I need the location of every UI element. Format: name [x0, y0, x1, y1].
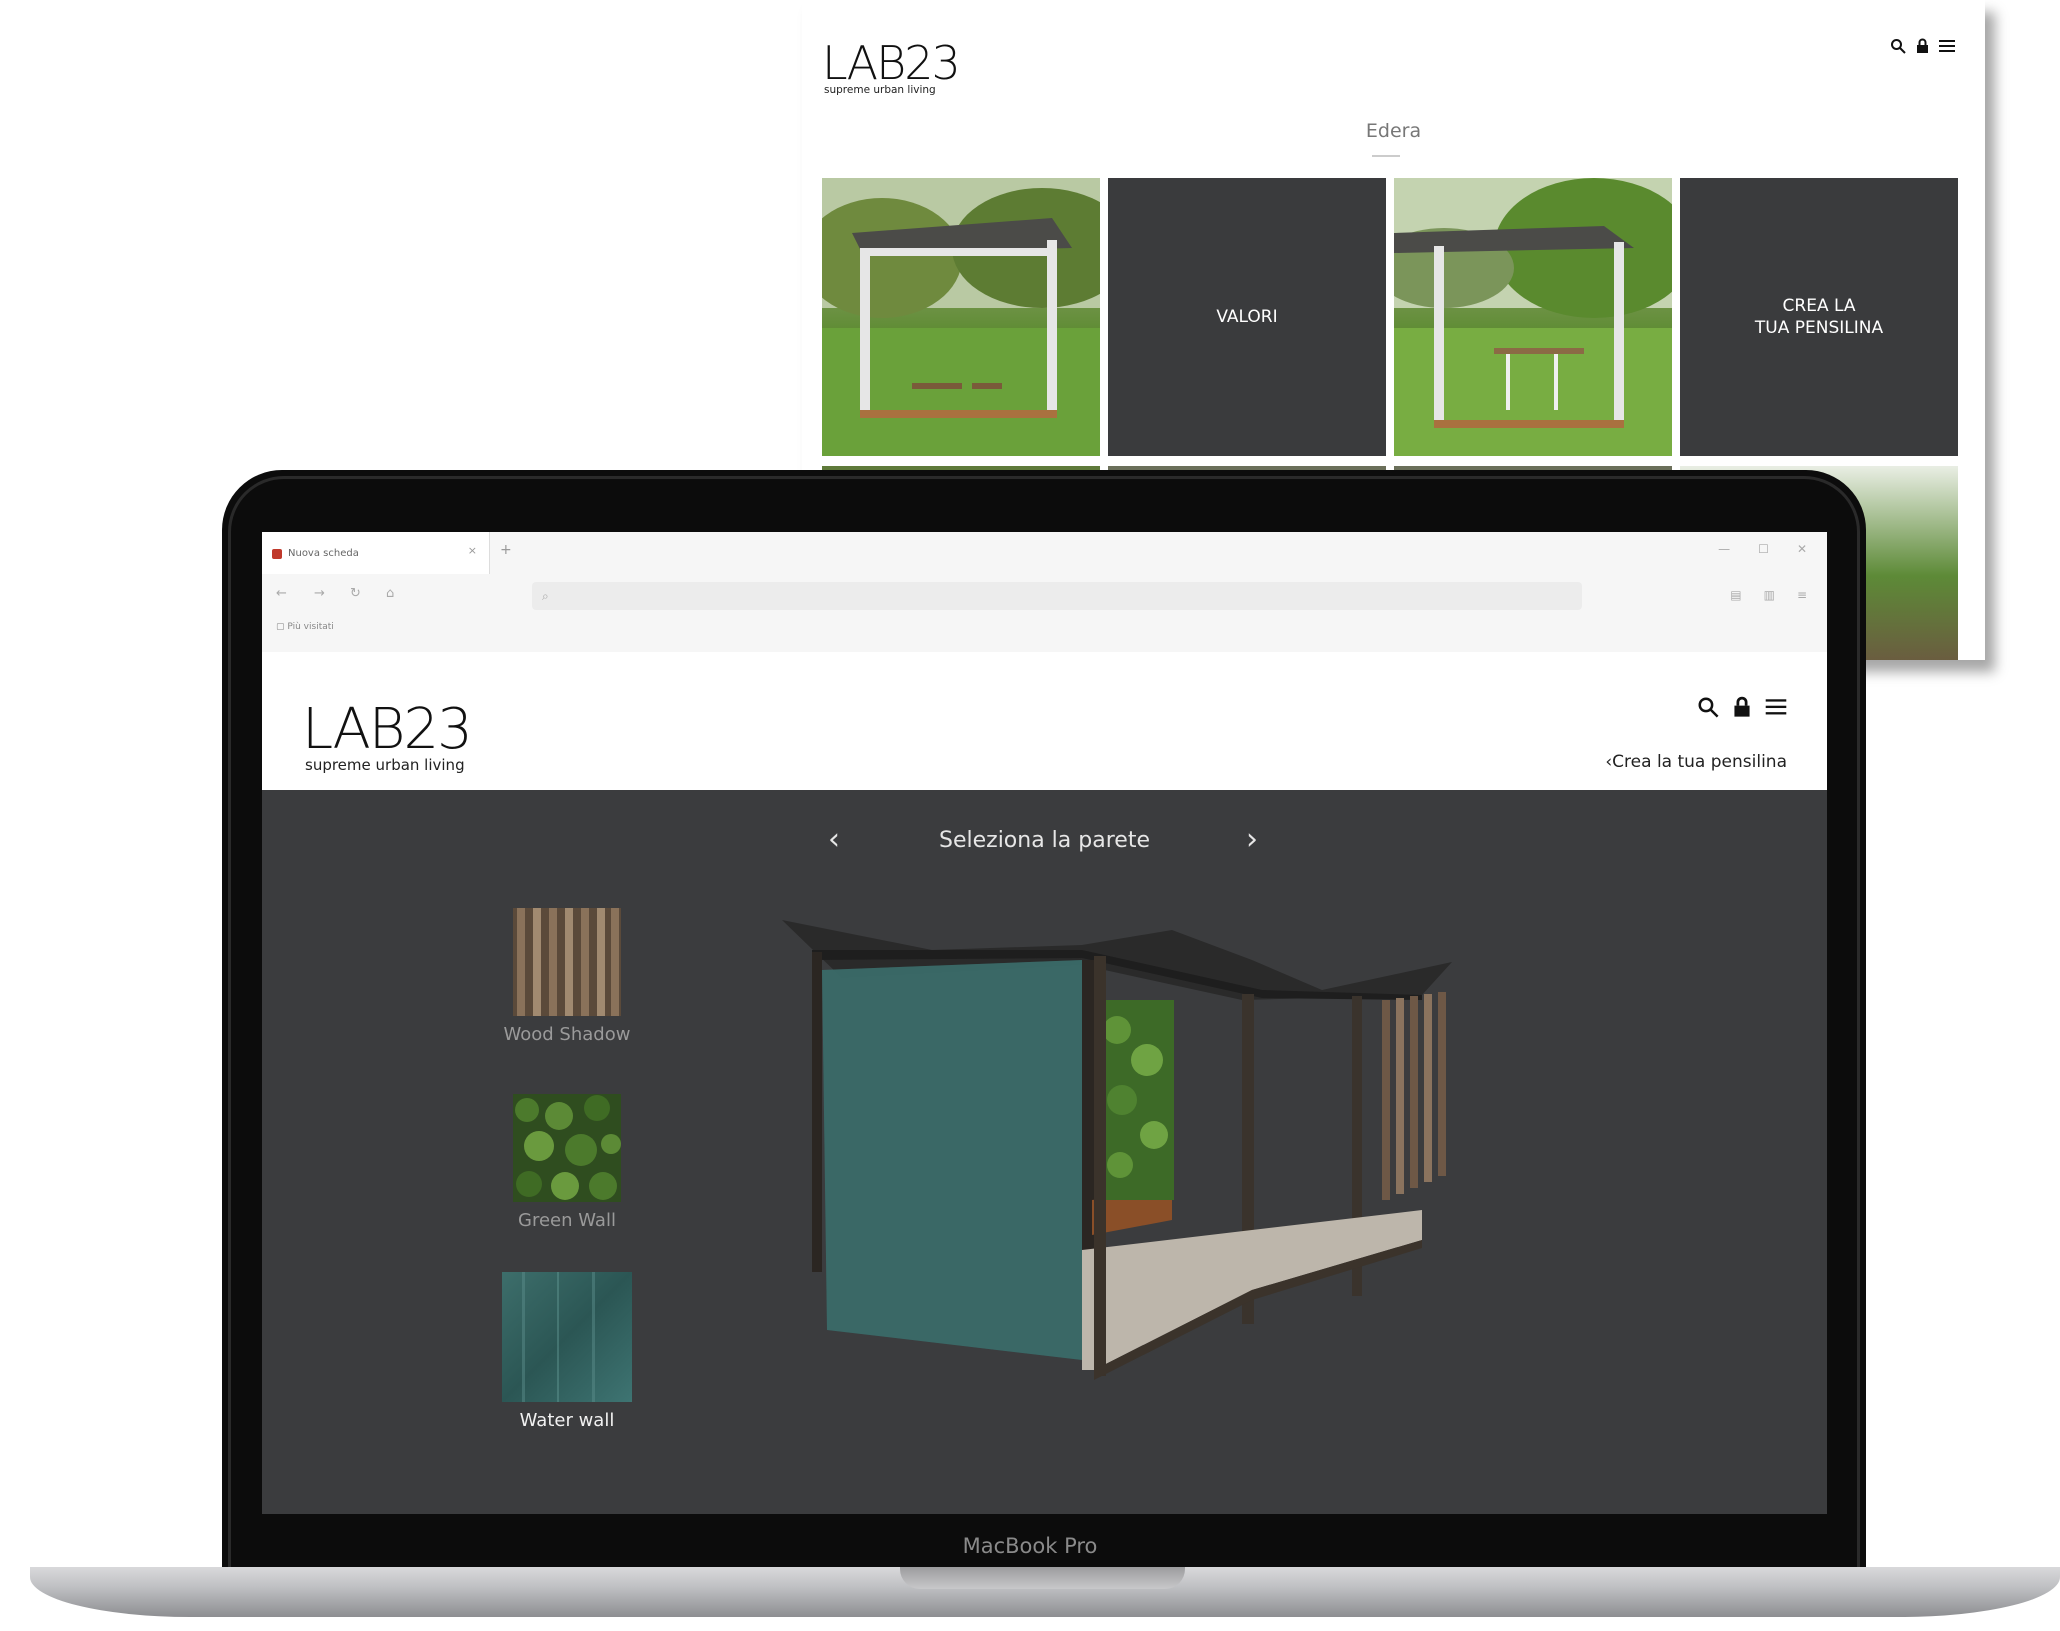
next-arrow-button[interactable]: ›: [1246, 822, 1258, 857]
pavilion-photo: [822, 178, 1100, 456]
laptop-notch: [900, 1567, 1185, 1589]
crea-pensilina-label: CREA LA TUA PENSILINA: [1755, 295, 1883, 339]
lab23-logo[interactable]: LAB23 supreme urban living: [302, 697, 473, 775]
tab-title: Nuova scheda: [288, 547, 359, 559]
wall-option-label: Water wall: [519, 1410, 615, 1431]
tab-close-icon[interactable]: ×: [468, 544, 477, 557]
tab-favicon-icon: [272, 549, 282, 559]
bookmark-label: Più visitati: [287, 622, 334, 632]
site-header: LAB23 supreme urban living ‹Crea la tua …: [262, 652, 1827, 790]
wall-option-green-wall[interactable]: Green Wall: [502, 1094, 632, 1231]
browser-tab[interactable]: Nuova scheda ×: [262, 532, 490, 574]
address-search-icon: ⌕: [542, 588, 549, 603]
laptop-screen: Nuova scheda × + — ☐ ✕ ← → ↻ ⌂ ⌕ ▤ ▥ ≡ ▢…: [262, 532, 1827, 1514]
wall-option-water-wall[interactable]: Water wall: [502, 1272, 632, 1431]
back-link-label: Crea la tua pensilina: [1612, 752, 1787, 772]
new-tab-button[interactable]: +: [500, 542, 512, 558]
maximize-icon[interactable]: ☐: [1758, 542, 1769, 556]
wall-option-label: Green Wall: [518, 1210, 616, 1231]
logo-tagline: supreme urban living: [305, 756, 465, 774]
menu-icon[interactable]: [1939, 39, 1955, 53]
lock-icon[interactable]: [1733, 696, 1751, 718]
reload-icon[interactable]: ↻: [350, 586, 364, 601]
wall-option-label: Wood Shadow: [503, 1024, 631, 1045]
wood-slats: [1382, 992, 1446, 1200]
pavilion-photo: [1394, 178, 1672, 456]
logo-text: LAB23: [822, 36, 961, 90]
bookmark-folder-icon: ▢: [276, 622, 285, 632]
search-icon[interactable]: [1890, 38, 1906, 54]
back-to-crea-link[interactable]: ‹Crea la tua pensilina: [1605, 752, 1787, 772]
close-icon[interactable]: ✕: [1797, 542, 1807, 556]
sidebar-icon[interactable]: ▥: [1764, 588, 1775, 602]
macbook-model-label: MacBook Pro: [962, 1534, 1098, 1558]
window-controls: — ☐ ✕: [1718, 542, 1807, 556]
address-bar[interactable]: ⌕: [532, 582, 1582, 610]
lab23-logo[interactable]: LAB23 supreme urban living: [822, 36, 961, 96]
search-icon[interactable]: [1697, 696, 1719, 718]
title-underline: [1372, 155, 1400, 157]
forward-icon[interactable]: →: [314, 586, 328, 601]
lock-icon[interactable]: [1916, 38, 1929, 54]
home-icon[interactable]: ⌂: [386, 586, 400, 601]
pavilion-photo-tile[interactable]: [822, 178, 1100, 456]
browser-chrome: Nuova scheda × + — ☐ ✕ ← → ↻ ⌂ ⌕ ▤ ▥ ≡ ▢…: [262, 532, 1827, 653]
header-icons: [1890, 38, 1955, 54]
app-menu-icon[interactable]: ≡: [1797, 588, 1807, 602]
configurator-title: Seleziona la parete: [939, 828, 1150, 853]
back-icon[interactable]: ←: [276, 586, 290, 601]
header-icons: [1697, 696, 1787, 718]
wall-configurator: ‹ Seleziona la parete › Wood Shadow Gree…: [262, 790, 1827, 1514]
green-wall-swatch: [513, 1094, 621, 1202]
menu-icon[interactable]: [1765, 698, 1787, 716]
logo-text: LAB23: [302, 697, 473, 762]
browser-toolbar-right: ▤ ▥ ≡: [1730, 588, 1807, 602]
crea-line1: CREA LA: [1782, 296, 1856, 316]
minimize-icon[interactable]: —: [1718, 542, 1730, 556]
crea-line2: TUA PENSILINA: [1754, 318, 1884, 338]
library-icon[interactable]: ▤: [1730, 588, 1741, 602]
bookmark-item[interactable]: ▢ Più visitati: [276, 622, 334, 632]
pavilion-photo-tile[interactable]: [1394, 178, 1672, 456]
pensilina-3d-render: [782, 920, 1452, 1380]
water-wall-swatch: [502, 1272, 632, 1402]
valori-tile[interactable]: VALORI: [1108, 178, 1386, 456]
valori-label: VALORI: [1216, 307, 1278, 327]
crea-pensilina-tile[interactable]: CREA LA TUA PENSILINA: [1680, 178, 1958, 456]
wall-option-wood-shadow[interactable]: Wood Shadow: [502, 908, 632, 1045]
wood-shadow-swatch: [513, 908, 621, 1016]
section-title: Edera: [1365, 120, 1422, 142]
